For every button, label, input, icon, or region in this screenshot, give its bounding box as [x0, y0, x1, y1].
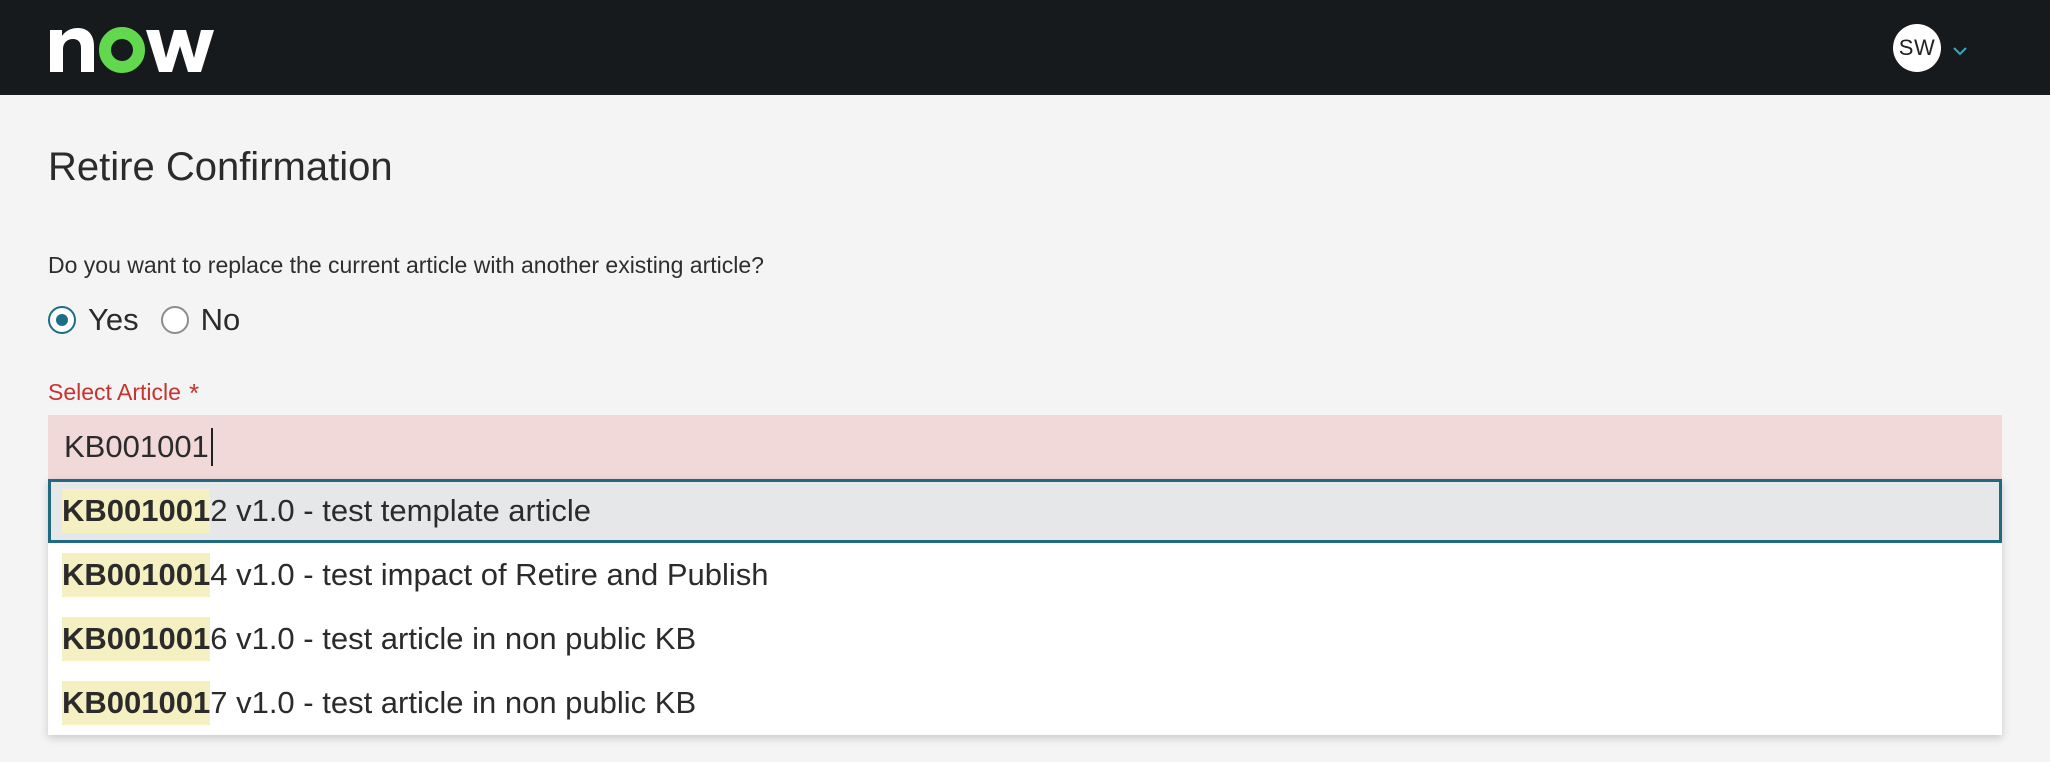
select-article-input-value[interactable]: KB001001: [64, 429, 209, 465]
replace-radio-group: Yes No: [48, 302, 262, 338]
required-icon: *: [188, 377, 200, 408]
top-navigation-bar: SW: [0, 0, 2050, 95]
radio-no-circle[interactable]: [160, 306, 189, 334]
suggestion-item[interactable]: KB001001 4 v1.0 - test impact of Retire a…: [48, 543, 2002, 607]
servicenow-logo[interactable]: [48, 20, 228, 75]
suggestion-item[interactable]: KB001001 7 v1.0 - test article in non pub…: [48, 671, 2002, 735]
suggestion-match-highlight: KB001001: [62, 489, 211, 533]
avatar[interactable]: SW: [1893, 24, 1941, 72]
suggestion-rest: 6 v1.0 - test article in non public KB: [210, 621, 697, 656]
radio-yes-label[interactable]: Yes: [88, 302, 139, 338]
suggestion-item[interactable]: KB001001 2 v1.0 - test template article: [48, 479, 2002, 543]
radio-yes[interactable]: Yes: [48, 302, 139, 338]
select-article-label-text: Select Article: [48, 379, 181, 405]
select-article-label: Select Article *: [48, 379, 199, 406]
radio-no-label[interactable]: No: [201, 302, 241, 338]
suggestion-item[interactable]: KB001001 6 v1.0 - test article in non pub…: [48, 607, 2002, 671]
article-suggestions-dropdown: KB001001 2 v1.0 - test template article K…: [48, 479, 2002, 735]
suggestion-rest: 4 v1.0 - test impact of Retire and Publi…: [210, 557, 769, 592]
suggestion-match-highlight: KB001001: [62, 617, 211, 661]
user-menu[interactable]: SW: [1893, 22, 1969, 74]
page-title: Retire Confirmation: [48, 145, 393, 189]
text-caret: [210, 428, 213, 466]
suggestion-rest: 2 v1.0 - test template article: [210, 493, 591, 528]
select-article-input[interactable]: KB001001: [48, 415, 2002, 479]
radio-no[interactable]: No: [160, 302, 241, 338]
suggestion-rest: 7 v1.0 - test article in non public KB: [210, 685, 697, 720]
suggestion-match-highlight: KB001001: [62, 681, 211, 725]
radio-yes-circle[interactable]: [48, 306, 76, 334]
replace-question: Do you want to replace the current artic…: [48, 252, 764, 278]
chevron-down-icon[interactable]: [1951, 42, 1969, 60]
suggestion-match-highlight: KB001001: [62, 553, 211, 597]
